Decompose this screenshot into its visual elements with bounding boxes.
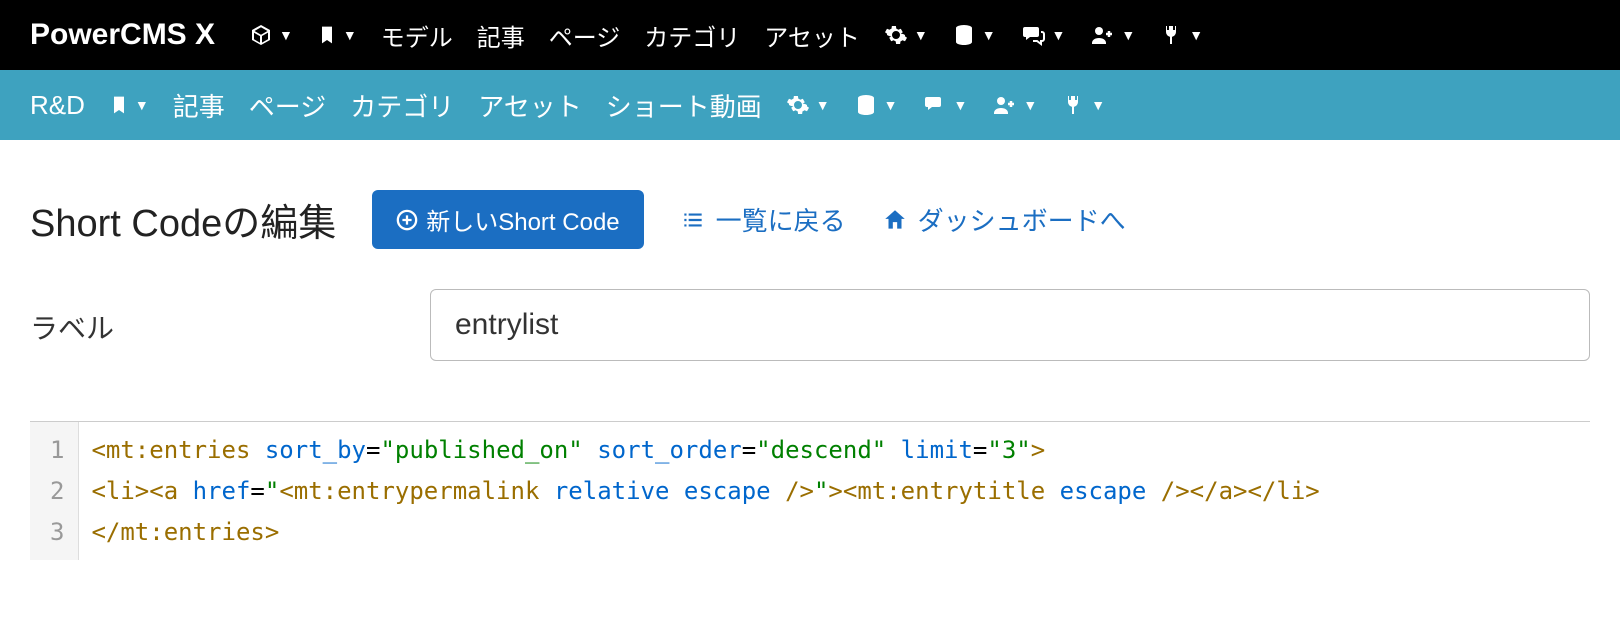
list-icon	[680, 207, 706, 233]
caret-down-icon: ▼	[1023, 97, 1037, 113]
cube-menu[interactable]: ▼	[249, 23, 293, 47]
new-shortcode-button[interactable]: 新しいShort Code	[372, 190, 643, 249]
caret-down-icon: ▼	[954, 97, 968, 113]
bookmark-menu[interactable]: ▼	[317, 23, 357, 47]
plug-menu[interactable]: ▼	[1159, 23, 1203, 47]
nav-pages[interactable]: ページ	[549, 18, 621, 53]
main-content: Short Codeの編集 新しいShort Code 一覧に戻る ダッシュボー…	[0, 140, 1620, 590]
site-nav-pages[interactable]: ページ	[249, 87, 326, 124]
site-nav-entries[interactable]: 記事	[173, 87, 225, 124]
caret-down-icon: ▼	[279, 27, 293, 43]
code-area[interactable]: <mt:entries sort_by="published_on" sort_…	[79, 422, 1331, 560]
user-plus-icon	[991, 93, 1017, 117]
home-icon	[882, 207, 908, 233]
user-add-menu-site[interactable]: ▼	[991, 93, 1037, 117]
plug-menu-site[interactable]: ▼	[1061, 93, 1105, 117]
brand-logo[interactable]: PowerCMS X	[30, 18, 215, 52]
site-navbar: R&D ▼ 記事 ページ カテゴリ アセット ショート動画 ▼ ▼ ▼ ▼ ▼	[0, 70, 1620, 140]
plug-icon	[1159, 23, 1183, 47]
label-form-row: ラベル	[30, 289, 1590, 361]
code-editor[interactable]: 123 <mt:entries sort_by="published_on" s…	[30, 421, 1590, 560]
database-icon	[854, 93, 878, 117]
site-name[interactable]: R&D	[30, 90, 85, 121]
dashboard-link[interactable]: ダッシュボードへ	[882, 201, 1126, 238]
new-button-label: 新しいShort Code	[426, 202, 619, 237]
page-title: Short Codeの編集	[30, 192, 336, 247]
bookmark-icon	[109, 92, 129, 118]
site-nav-assets[interactable]: アセット	[478, 87, 581, 124]
label-input[interactable]	[430, 289, 1590, 361]
caret-down-icon: ▼	[1189, 27, 1203, 43]
site-nav-categories[interactable]: カテゴリ	[350, 87, 454, 124]
nav-entries[interactable]: 記事	[477, 18, 525, 53]
caret-down-icon: ▼	[1052, 27, 1066, 43]
back-to-list-link[interactable]: 一覧に戻る	[680, 201, 846, 238]
site-nav-shortvideo[interactable]: ショート動画	[606, 87, 762, 124]
caret-down-icon: ▼	[135, 97, 149, 113]
caret-down-icon: ▼	[1091, 97, 1105, 113]
page-header: Short Codeの編集 新しいShort Code 一覧に戻る ダッシュボー…	[30, 190, 1590, 249]
nav-assets[interactable]: アセット	[764, 18, 860, 53]
caret-down-icon: ▼	[982, 27, 996, 43]
label-field-label: ラベル	[30, 289, 400, 347]
gear-menu[interactable]: ▼	[884, 23, 928, 47]
caret-down-icon: ▼	[914, 27, 928, 43]
caret-down-icon: ▼	[343, 27, 357, 43]
comments-menu[interactable]: ▼	[1020, 23, 1066, 47]
comments-icon	[922, 93, 948, 117]
database-menu[interactable]: ▼	[952, 23, 996, 47]
nav-model[interactable]: モデル	[381, 18, 453, 53]
plus-circle-icon	[396, 209, 418, 231]
gear-menu-site[interactable]: ▼	[786, 93, 830, 117]
caret-down-icon: ▼	[1121, 27, 1135, 43]
database-menu-site[interactable]: ▼	[854, 93, 898, 117]
cube-icon	[249, 23, 273, 47]
gear-icon	[786, 93, 810, 117]
caret-down-icon: ▼	[884, 97, 898, 113]
caret-down-icon: ▼	[816, 97, 830, 113]
user-plus-icon	[1089, 23, 1115, 47]
dashboard-label: ダッシュボードへ	[918, 201, 1126, 238]
bookmark-icon	[317, 23, 337, 47]
bookmark-menu-site[interactable]: ▼	[109, 92, 149, 118]
gear-icon	[884, 23, 908, 47]
user-add-menu[interactable]: ▼	[1089, 23, 1135, 47]
comments-menu-site[interactable]: ▼	[922, 93, 968, 117]
nav-categories[interactable]: カテゴリ	[644, 18, 740, 53]
plug-icon	[1061, 93, 1085, 117]
top-navbar: PowerCMS X ▼ ▼ モデル 記事 ページ カテゴリ アセット ▼ ▼ …	[0, 0, 1620, 70]
database-icon	[952, 23, 976, 47]
back-list-label: 一覧に戻る	[716, 201, 846, 238]
line-gutter: 123	[30, 422, 79, 560]
comments-icon	[1020, 23, 1046, 47]
